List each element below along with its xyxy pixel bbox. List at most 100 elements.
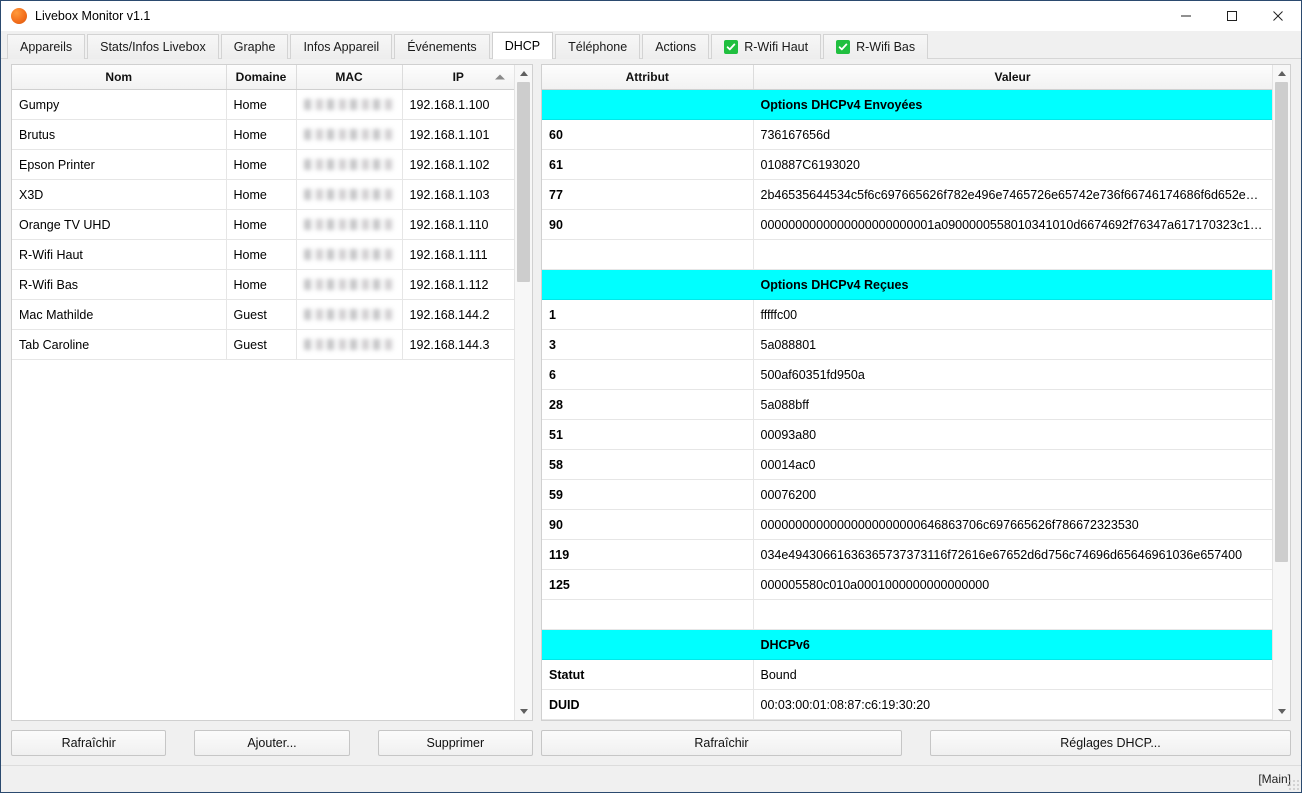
device-domain-cell: Guest (226, 299, 297, 330)
dhcp-section-row[interactable]: DHCPv6 (542, 629, 1272, 660)
tab-stats-infos-livebox[interactable]: Stats/Infos Livebox (87, 34, 219, 59)
button-label: Réglages DHCP... (1060, 736, 1161, 750)
table-row[interactable]: 1 fffffc00 (542, 299, 1272, 330)
device-ip-cell: 192.168.1.102 (402, 149, 514, 180)
button-label: Supprimer (426, 736, 485, 750)
device-name-cell: R-Wifi Bas (12, 269, 227, 300)
tab-dhcp[interactable]: DHCP (491, 32, 554, 59)
table-row[interactable]: 61 010887C6193020 (542, 149, 1272, 180)
table-row[interactable]: R-Wifi Haut Home 192.168.1.111 (12, 239, 514, 270)
tab-infos-appareil[interactable]: Infos Appareil (290, 34, 393, 59)
table-row[interactable]: DUID 00:03:00:01:08:87:c6:19:30:20 (542, 689, 1272, 720)
dhcp-attribute-cell: 28 (542, 389, 754, 420)
rafra-chir-button[interactable]: Rafraîchir (11, 730, 167, 756)
device-mac-cell (296, 299, 403, 330)
dhcp-section-row[interactable]: Options DHCPv4 Reçues (542, 269, 1272, 300)
table-row[interactable]: 125 000005580c010a0001000000000000000 (542, 569, 1272, 600)
dhcp-header-row: Attribut Valeur (542, 65, 1272, 90)
button-label: Ajouter... (247, 736, 297, 750)
dhcp-attribute-cell: Statut (542, 659, 754, 690)
table-row[interactable]: Epson Printer Home 192.168.1.102 (12, 149, 514, 180)
devices-vertical-scrollbar[interactable] (514, 65, 532, 720)
tab-t-l-phone[interactable]: Téléphone (555, 34, 641, 59)
dhcp-section-row[interactable]: Options DHCPv4 Envoyées (542, 89, 1272, 120)
scroll-up-icon[interactable] (515, 65, 532, 82)
table-row[interactable]: 3 5a088801 (542, 329, 1272, 360)
devices-table-body: Gumpy Home 192.168.1.100 Brutus Home 192.168.… (12, 89, 514, 360)
tab-graphe[interactable]: Graphe (220, 34, 289, 59)
device-mac-cell (296, 269, 403, 300)
close-icon[interactable] (1255, 1, 1301, 31)
scroll-up-icon[interactable] (1273, 65, 1290, 82)
table-row[interactable]: 59 00076200 (542, 479, 1272, 510)
column-header-label: MAC (335, 70, 363, 84)
table-row[interactable]: 90 0000000000000000000000001a090000055801… (542, 209, 1272, 240)
devices-column-header-nom[interactable]: Nom (12, 65, 227, 90)
tab-r-wifi-bas[interactable]: R-Wifi Bas (823, 34, 929, 59)
table-row[interactable]: Gumpy Home 192.168.1.100 (12, 89, 514, 120)
device-ip-cell: 192.168.144.2 (402, 299, 514, 330)
maximize-icon[interactable] (1209, 1, 1255, 31)
table-row[interactable]: 60 736167656d (542, 119, 1272, 150)
dhcp-attribute-cell (542, 239, 754, 270)
devices-column-header-ip[interactable]: IP (402, 65, 514, 90)
table-row[interactable]: 77 2b46535644534c5f6c697665626f782e496e74… (542, 179, 1272, 210)
table-row[interactable]: X3D Home 192.168.1.103 (12, 179, 514, 210)
scroll-down-icon[interactable] (515, 703, 532, 720)
tab-actions[interactable]: Actions (642, 34, 710, 59)
tab-label: R-Wifi Haut (744, 40, 809, 54)
devices-scroll-track[interactable] (515, 82, 532, 703)
table-row[interactable]: 90 00000000000000000000000646863706c69766… (542, 509, 1272, 540)
device-domain-cell: Home (226, 119, 297, 150)
rafra-chir-button[interactable]: Rafraîchir (541, 730, 902, 756)
tab-label: DHCP (504, 39, 541, 53)
table-row[interactable]: 51 00093a80 (542, 419, 1272, 450)
checkmark-icon (836, 40, 851, 54)
tab-v-nements[interactable]: Événements (394, 34, 490, 59)
dhcp-vertical-scrollbar[interactable] (1272, 65, 1290, 720)
scroll-down-icon[interactable] (1273, 703, 1290, 720)
status-bar: [Main] (1, 765, 1301, 792)
table-row[interactable]: 58 00014ac0 (542, 449, 1272, 480)
dhcp-value-cell: 00000000000000000000000646863706c6976656… (753, 509, 1272, 540)
dhcp-section-label: Options DHCPv4 Reçues (753, 269, 1272, 300)
checkmark-icon (724, 40, 739, 54)
tab-r-wifi-haut[interactable]: R-Wifi Haut (711, 34, 822, 59)
table-row[interactable]: Orange TV UHD Home 192.168.1.110 (12, 209, 514, 240)
dhcp-value-cell (753, 599, 1272, 630)
tab-appareils[interactable]: Appareils (7, 34, 86, 59)
button-bar: Rafraîchir Ajouter... Supprimer Rafraîchir… (1, 721, 1301, 765)
resize-grip-icon[interactable] (1287, 778, 1299, 790)
table-row[interactable]: Mac Mathilde Guest 192.168.144.2 (12, 299, 514, 330)
table-row[interactable]: 6 500af60351fd950a (542, 359, 1272, 390)
devices-column-header-domaine[interactable]: Domaine (226, 65, 297, 90)
r-glages-dhcp-button[interactable]: Réglages DHCP... (930, 730, 1291, 756)
tab-label: Actions (655, 40, 697, 54)
ajouter-button[interactable]: Ajouter... (194, 730, 350, 756)
pane-splitter[interactable] (533, 59, 541, 721)
minimize-icon[interactable] (1163, 1, 1209, 31)
devices-scroll-thumb[interactable] (517, 82, 530, 282)
table-row[interactable]: R-Wifi Bas Home 192.168.1.112 (12, 269, 514, 300)
dhcp-scroll-track[interactable] (1273, 82, 1290, 703)
devices-header-row: Nom Domaine MAC IP (12, 65, 514, 90)
dhcp-value-cell: 5a088801 (753, 329, 1272, 360)
devices-table-container: Nom Domaine MAC IP Gumpy Home 192.168.1.100 Br… (11, 64, 533, 721)
supprimer-button[interactable]: Supprimer (377, 730, 533, 756)
device-mac-cell (296, 209, 403, 240)
devices-buttons: Rafraîchir Ajouter... Supprimer (1, 730, 533, 756)
table-row[interactable]: 28 5a088bff (542, 389, 1272, 420)
dhcp-spacer-row (542, 599, 1272, 630)
devices-column-header-mac[interactable]: MAC (296, 65, 403, 90)
dhcp-column-header-attribut[interactable]: Attribut (542, 65, 754, 90)
table-row[interactable]: Statut Bound (542, 659, 1272, 690)
column-header-label: Attribut (625, 70, 669, 84)
dhcp-scroll-thumb[interactable] (1275, 82, 1288, 562)
table-row[interactable]: Tab Caroline Guest 192.168.144.3 (12, 329, 514, 360)
device-mac-cell (296, 89, 403, 120)
dhcp-column-header-valeur[interactable]: Valeur (753, 65, 1272, 90)
table-row[interactable]: Brutus Home 192.168.1.101 (12, 119, 514, 150)
dhcp-attribute-cell: 125 (542, 569, 754, 600)
tab-label: Événements (407, 40, 477, 54)
table-row[interactable]: 119 034e49430661636365737373116f72616e676… (542, 539, 1272, 570)
